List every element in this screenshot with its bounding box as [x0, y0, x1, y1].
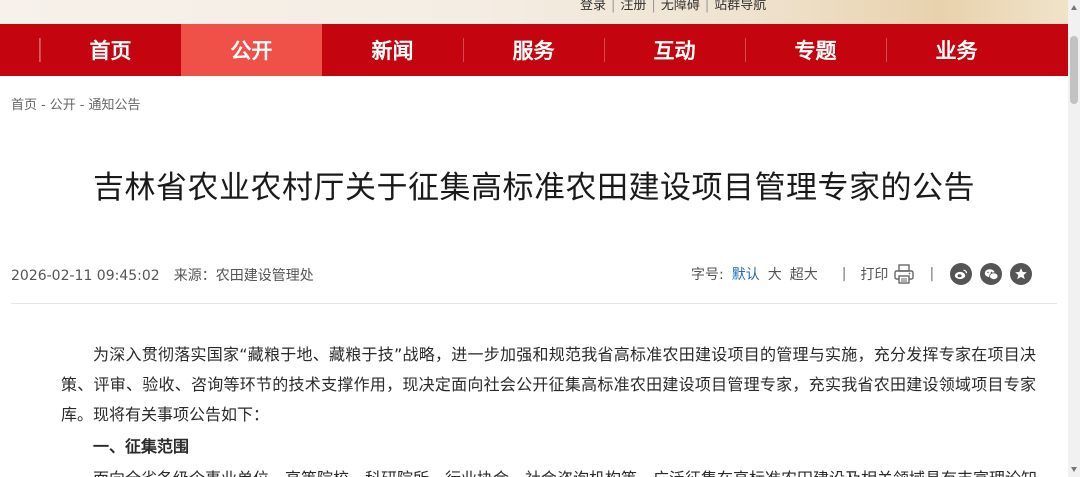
- nav-item-business[interactable]: 业务: [886, 24, 1027, 76]
- scroll-down-icon[interactable]: [1071, 467, 1077, 472]
- paragraph: 面向全省各级企事业单位、高等院校、科研院所、行业协会、社会咨询机构等，广泛征集在…: [61, 464, 1036, 477]
- article-tools: 字号: 默认 大 超大 | 打印 |: [691, 262, 1033, 286]
- divider: |: [929, 266, 935, 282]
- section-heading: 一、征集范围: [93, 437, 190, 456]
- font-size-large[interactable]: 大: [768, 264, 782, 284]
- register-link[interactable]: 注册: [620, 0, 646, 13]
- wechat-icon[interactable]: [980, 263, 1003, 285]
- scroll-up-icon[interactable]: [1071, 5, 1077, 10]
- weibo-icon[interactable]: [950, 263, 973, 285]
- font-size-label: 字号:: [691, 267, 724, 283]
- scrollbar-thumb[interactable]: [1070, 36, 1078, 104]
- divider: |: [841, 266, 847, 282]
- share-buttons: [950, 263, 1033, 285]
- top-banner: 登录 | 注册 | 无障碍 | 站群导航: [0, 0, 1068, 24]
- article-meta: 2026-02-11 09:45:02 来源：农田建设管理处: [11, 265, 314, 285]
- breadcrumb-public[interactable]: 公开: [50, 98, 76, 113]
- main-nav: 首页 公开 新闻 服务 互动 专题 业务: [0, 24, 1068, 76]
- nav-item-services[interactable]: 服务: [463, 24, 604, 76]
- breadcrumb-notices[interactable]: 通知公告: [88, 98, 140, 113]
- print-label[interactable]: 打印: [860, 264, 888, 284]
- login-link[interactable]: 登录: [580, 0, 606, 13]
- favorite-icon[interactable]: [1010, 263, 1033, 285]
- top-links: 登录 | 注册 | 无障碍 | 站群导航: [580, 0, 767, 13]
- paragraph: 为深入贯彻落实国家“藏粮于地、藏粮于技”战略，进一步加强和规范我省高标准农田建设…: [61, 345, 1036, 424]
- nav-item-home[interactable]: 首页: [40, 24, 181, 76]
- article-source: 来源：农田建设管理处: [173, 268, 314, 284]
- article-body: 为深入贯彻落实国家“藏粮于地、藏粮于技”战略，进一步加强和规范我省高标准农田建设…: [61, 340, 1036, 477]
- accessibility-link[interactable]: 无障碍: [661, 0, 700, 13]
- publish-datetime: 2026-02-11 09:45:02: [11, 268, 160, 284]
- scrollbar[interactable]: [1068, 0, 1080, 477]
- nav-item-interaction[interactable]: 互动: [604, 24, 745, 76]
- meta-divider: [11, 303, 1057, 304]
- font-size-default[interactable]: 默认: [732, 264, 760, 284]
- font-size-xlarge[interactable]: 超大: [790, 264, 818, 284]
- nav-item-public[interactable]: 公开: [181, 24, 322, 76]
- site-group-nav-link[interactable]: 站群导航: [714, 0, 766, 13]
- breadcrumb-home[interactable]: 首页: [11, 98, 37, 113]
- printer-icon[interactable]: [893, 263, 915, 285]
- breadcrumb: 首页 - 公开 - 通知公告: [11, 98, 141, 113]
- nav-item-news[interactable]: 新闻: [322, 24, 463, 76]
- nav-item-topics[interactable]: 专题: [745, 24, 886, 76]
- page-title: 吉林省农业农村厅关于征集高标准农田建设项目管理专家的公告: [93, 170, 975, 206]
